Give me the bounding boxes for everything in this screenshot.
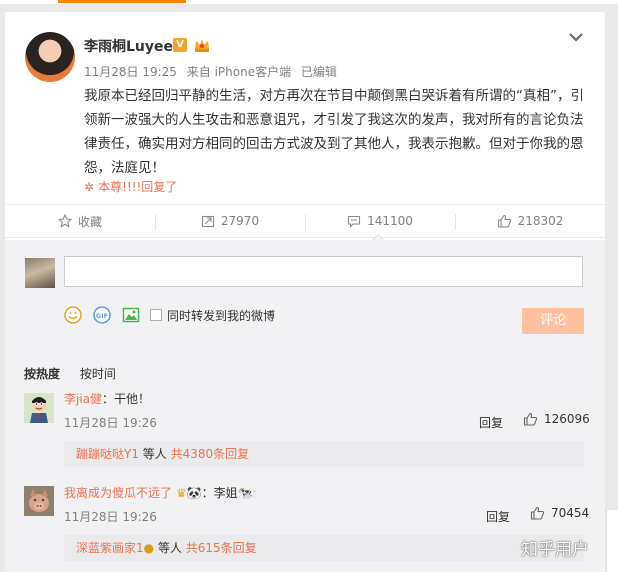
comment-like-button[interactable]: 70454 — [530, 506, 589, 520]
verified-icon: V — [173, 38, 187, 52]
crown-emoji-icon: ♛ — [175, 486, 187, 500]
chevron-down-icon[interactable] — [568, 30, 584, 44]
repost-icon — [201, 215, 214, 228]
comment-text: ：李姐 — [201, 486, 238, 500]
repost-checkbox[interactable] — [150, 309, 162, 321]
post-meta: 11月28日 19:25 来自 iPhone客户端 已编辑 — [84, 63, 343, 80]
thumbs-up-icon — [523, 412, 538, 426]
my-avatar — [25, 258, 55, 288]
member-crown-icon — [195, 39, 209, 52]
repost-button[interactable]: 27970 — [155, 205, 305, 237]
comment-line: 李jia健：干他！ — [64, 390, 150, 407]
repost-count: 27970 — [220, 214, 260, 228]
comment-submit-button[interactable]: 评论 — [522, 308, 584, 334]
comment-avatar[interactable] — [24, 486, 54, 516]
favorite-button[interactable]: 收藏 — [5, 205, 155, 237]
candle-emoji-icon: 🕯 — [252, 486, 256, 500]
comment-username[interactable]: 我离成为傻瓜不远了 — [64, 486, 172, 500]
author-liked-text: 本尊!!!!回复了 — [98, 180, 178, 194]
sub-reply-mid: 等人 — [138, 447, 171, 461]
comment-button[interactable]: 141100 — [305, 205, 455, 237]
gif-icon[interactable]: GIF — [93, 306, 111, 324]
scrollbar[interactable] — [606, 510, 618, 572]
sub-replies-box[interactable]: 蹦蹦哒哒Y1 等人 共4380条回复 — [64, 441, 584, 467]
comment-input[interactable] — [64, 256, 583, 287]
image-icon[interactable] — [122, 306, 140, 324]
comment-like-count: 126096 — [544, 412, 590, 426]
author-liked-notice[interactable]: ✲ 本尊!!!!回复了 — [84, 178, 177, 195]
post-body: 我原本已经回归平静的生活，对方再次在节目中颠倒黑白哭诉着有所谓的“真相”，引领新… — [84, 88, 584, 176]
post-edited[interactable]: 已编辑 — [301, 65, 337, 79]
sub-reply-count[interactable]: 共4380条回复 — [171, 447, 250, 461]
comment-like-button[interactable]: 126096 — [523, 412, 590, 426]
comment-count: 141100 — [367, 214, 413, 228]
author-name[interactable]: 李雨桐Luyee — [84, 36, 173, 56]
zhihu-watermark: 知乎用户 — [521, 540, 589, 560]
star-icon — [57, 214, 72, 228]
like-button[interactable]: 218302 — [455, 205, 605, 237]
comment-avatar[interactable] — [24, 393, 54, 423]
sub-reply-user[interactable]: 深蓝紫画家1 — [76, 541, 144, 555]
post-action-bar: 收藏 27970 141100 218302 — [5, 204, 605, 238]
active-tab-indicator — [58, 0, 186, 3]
comment-time: 11月28日 19:26 — [64, 510, 157, 524]
panda-emoji-icon: 🐼 — [186, 486, 202, 500]
comment-icon — [348, 215, 361, 228]
weibo-post-card: 李雨桐Luyee V 11月28日 19:25 来自 iPhone客户端 已编辑… — [5, 12, 605, 572]
snowflake-icon: ✲ — [84, 180, 95, 194]
comment-text: ：干他！ — [102, 392, 151, 406]
comment-reply-button[interactable]: 回复 — [486, 508, 510, 525]
sub-reply-user[interactable]: 蹦蹦哒哒Y1 — [76, 447, 139, 461]
cow-emoji-icon: 🐄 — [237, 486, 253, 500]
sort-by-hot-tab[interactable]: 按热度 — [24, 367, 60, 381]
comment-sort-tabs: 按热度 按时间 — [24, 365, 132, 382]
medal-emoji-icon: ● — [143, 541, 155, 555]
favorite-label: 收藏 — [77, 214, 102, 229]
comment-username[interactable]: 李jia健 — [64, 392, 102, 406]
comment-section: GIF 同时转发到我的微博 评论 按热度 按时间 李jia健：干他！ 11月28… — [5, 240, 605, 572]
comment-like-count: 70454 — [551, 506, 590, 520]
sub-replies-box[interactable]: 深蓝紫画家1● 等人 共615条回复 — [64, 535, 584, 561]
comment-reply-button[interactable]: 回复 — [479, 414, 503, 431]
repost-checkbox-label: 同时转发到我的微博 — [167, 309, 276, 323]
like-count: 218302 — [517, 214, 564, 228]
post-source[interactable]: 来自 iPhone客户端 — [187, 65, 291, 79]
sub-reply-count[interactable]: 共615条回复 — [186, 541, 257, 555]
top-tab-strip — [0, 0, 618, 4]
thumbs-up-icon — [497, 214, 511, 228]
comment-line: 我离成为傻瓜不远了 ♛🐼：李姐🐄🕯 — [64, 484, 256, 501]
sub-reply-mid: 等人 — [154, 541, 186, 555]
emoji-icon[interactable] — [64, 306, 82, 324]
sort-by-time-tab[interactable]: 按时间 — [80, 367, 116, 381]
svg-text:GIF: GIF — [96, 312, 108, 320]
comment-time: 11月28日 19:26 — [64, 416, 157, 430]
post-time[interactable]: 11月28日 19:25 — [84, 65, 177, 79]
author-avatar[interactable] — [25, 32, 75, 82]
thumbs-up-icon — [530, 506, 545, 520]
